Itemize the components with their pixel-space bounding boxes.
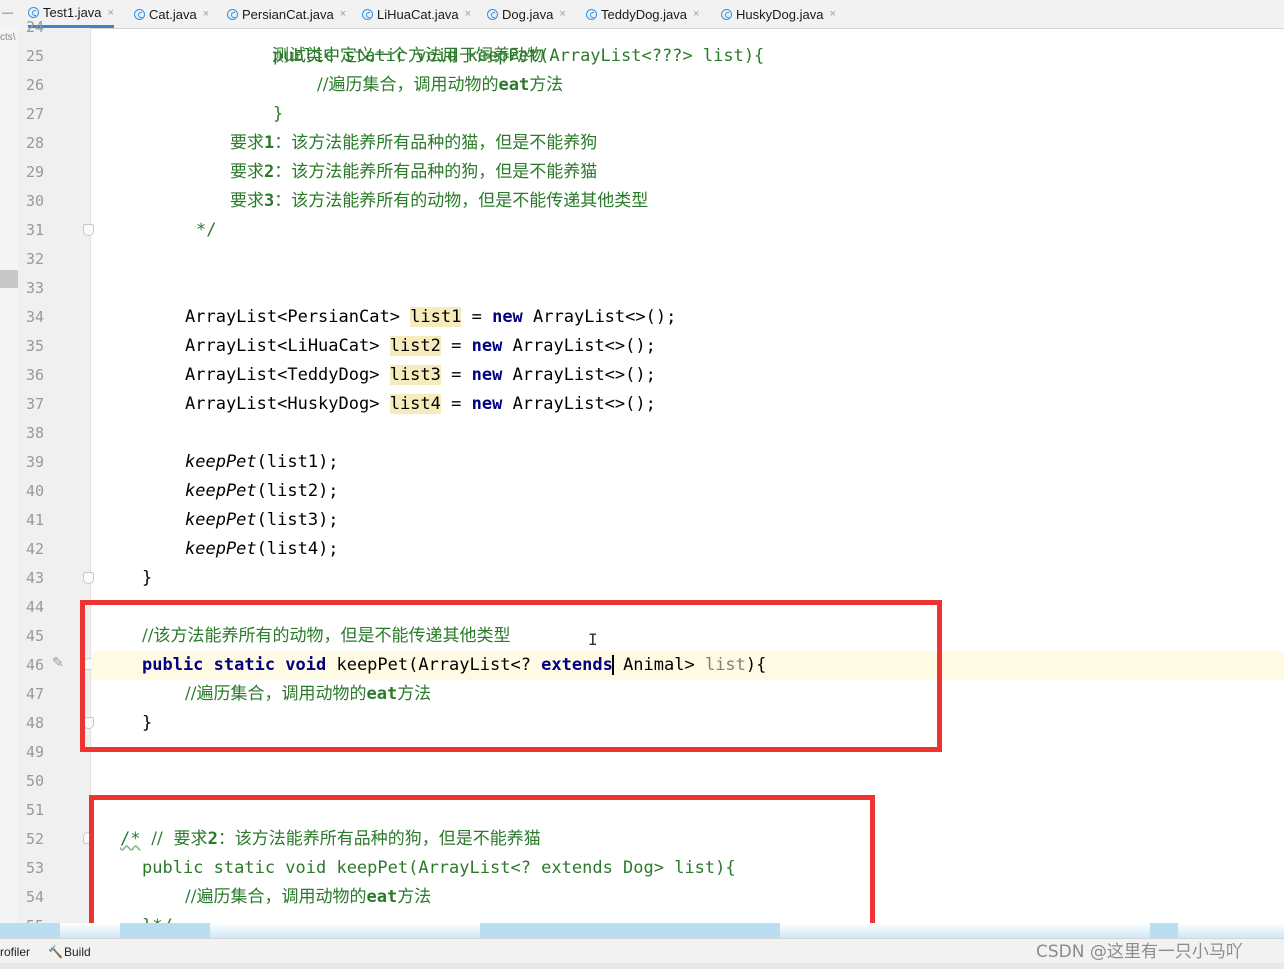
- java-class-icon: [586, 8, 597, 20]
- line-number: 38: [25, 424, 44, 442]
- line-number: 41: [25, 511, 44, 529]
- implementation-marker-icon[interactable]: ✎: [52, 655, 64, 671]
- tab-label: HuskyDog.java: [736, 6, 824, 22]
- build-tool-button[interactable]: Build: [64, 945, 91, 959]
- line-number: 34: [25, 308, 44, 326]
- close-icon[interactable]: ×: [693, 8, 699, 20]
- code-line-34: ArrayList<PersianCat> list1 = new ArrayL…: [185, 307, 677, 327]
- line-number: 35: [25, 337, 44, 355]
- line-number: 31: [25, 221, 44, 239]
- status-bar: [0, 963, 1284, 969]
- line-number: 50: [25, 772, 44, 790]
- code-line-40: keepPet(list2);: [185, 481, 339, 501]
- project-path-label: cts\: [0, 32, 16, 43]
- tab-label: TeddyDog.java: [601, 6, 687, 22]
- java-class-icon: [362, 8, 373, 20]
- close-icon[interactable]: ×: [203, 8, 209, 20]
- close-icon[interactable]: ×: [108, 7, 114, 19]
- line-number: 54: [25, 888, 44, 906]
- java-class-icon: [721, 8, 732, 20]
- tab-label: Cat.java: [149, 6, 197, 22]
- tab-lihuacat[interactable]: LiHuaCat.java ×: [362, 0, 471, 28]
- highlighted-variable: list2: [389, 336, 441, 356]
- line-number: 25: [25, 47, 44, 65]
- line-number: 27: [25, 105, 44, 123]
- scroll-marker: [0, 270, 18, 288]
- code-line-37: ArrayList<HuskyDog> list4 = new ArrayLis…: [185, 394, 656, 414]
- tab-label: PersianCat.java: [242, 6, 334, 22]
- tab-label: Test1.java: [43, 5, 102, 20]
- code-line-31: */: [196, 220, 217, 240]
- line-number: 30: [25, 192, 44, 210]
- line-number: 51: [25, 801, 44, 819]
- code-line-35: ArrayList<LiHuaCat> list2 = new ArrayLis…: [185, 336, 656, 356]
- editor-tab-bar: — Test1.java × Cat.java × PersianCat.jav…: [0, 0, 1284, 29]
- close-icon[interactable]: ×: [559, 8, 565, 20]
- line-number: 29: [25, 163, 44, 181]
- line-number: 53: [25, 859, 44, 877]
- tab-label: LiHuaCat.java: [377, 6, 459, 22]
- line-number: 37: [25, 395, 44, 413]
- code-line-41: keepPet(list3);: [185, 510, 339, 530]
- close-icon[interactable]: ×: [465, 8, 471, 20]
- editor-gutter[interactable]: 24 25 26 27 28 29 30 31 32 33 34 35 36 3…: [18, 18, 91, 938]
- java-class-icon: [487, 8, 498, 20]
- tab-bar-collapse[interactable]: —: [0, 0, 20, 28]
- line-number: 28: [25, 134, 44, 152]
- close-icon[interactable]: ×: [829, 8, 835, 20]
- line-number: 49: [25, 743, 44, 761]
- strip-segment: [120, 923, 210, 938]
- code-line-24: 测试类中定义一个方法用于饲养动物: [271, 46, 544, 66]
- code-line-28: 要求1：该方法能养所有品种的猫，但是不能养狗: [230, 133, 598, 153]
- line-number: 40: [25, 482, 44, 500]
- tab-teddydog[interactable]: TeddyDog.java ×: [586, 0, 699, 28]
- line-number: 44: [25, 598, 44, 616]
- code-line-26: //遍历集合，调用动物的eat方法: [317, 75, 564, 95]
- strip-segment: [0, 923, 60, 938]
- project-tool-strip[interactable]: cts\: [0, 28, 19, 938]
- tab-label: Dog.java: [502, 6, 554, 22]
- line-number: 33: [25, 279, 44, 297]
- line-number: 42: [25, 540, 44, 558]
- code-line-27: }: [273, 104, 284, 124]
- build-icon: 🔨: [48, 945, 63, 959]
- line-number: 24: [25, 18, 44, 36]
- line-number: 36: [25, 366, 44, 384]
- tab-persiancat[interactable]: PersianCat.java ×: [227, 0, 346, 28]
- highlighted-variable: list1: [410, 307, 462, 327]
- watermark: CSDN @这里有一只小马吖: [1036, 942, 1243, 962]
- profiler-tool-button[interactable]: rofiler: [0, 945, 30, 959]
- line-number: 45: [25, 627, 44, 645]
- line-number: 52: [25, 830, 44, 848]
- tab-cat[interactable]: Cat.java ×: [134, 0, 209, 28]
- highlighted-variable: list4: [389, 394, 441, 414]
- code-line-30: 要求3：该方法能养所有的动物，但是不能传递其他类型: [230, 191, 649, 211]
- line-number: 46: [25, 656, 44, 674]
- strip-segment: [1150, 923, 1178, 938]
- tab-huskydog[interactable]: HuskyDog.java ×: [721, 0, 836, 28]
- java-class-icon: [134, 8, 145, 20]
- code-line-43: }: [142, 568, 153, 588]
- line-number: 43: [25, 569, 44, 587]
- code-line-29: 要求2：该方法能养所有品种的狗，但是不能养猫: [230, 162, 598, 182]
- strip-segment: [480, 923, 780, 938]
- line-number: 32: [25, 250, 44, 268]
- highlighted-variable: list3: [389, 365, 441, 385]
- tab-dog[interactable]: Dog.java ×: [487, 0, 566, 28]
- java-class-icon: [227, 8, 238, 20]
- line-number: 39: [25, 453, 44, 471]
- line-number: 48: [25, 714, 44, 732]
- close-icon[interactable]: ×: [340, 8, 346, 20]
- code-line-42: keepPet(list4);: [185, 539, 339, 559]
- annotation-box: [80, 600, 942, 752]
- code-line-36: ArrayList<TeddyDog> list3 = new ArrayLis…: [185, 365, 656, 385]
- code-line-25: public static void keepPet(ArrayList<???…: [273, 46, 765, 66]
- line-number: 47: [25, 685, 44, 703]
- code-line-39: keepPet(list1);: [185, 452, 339, 472]
- line-number: 26: [25, 76, 44, 94]
